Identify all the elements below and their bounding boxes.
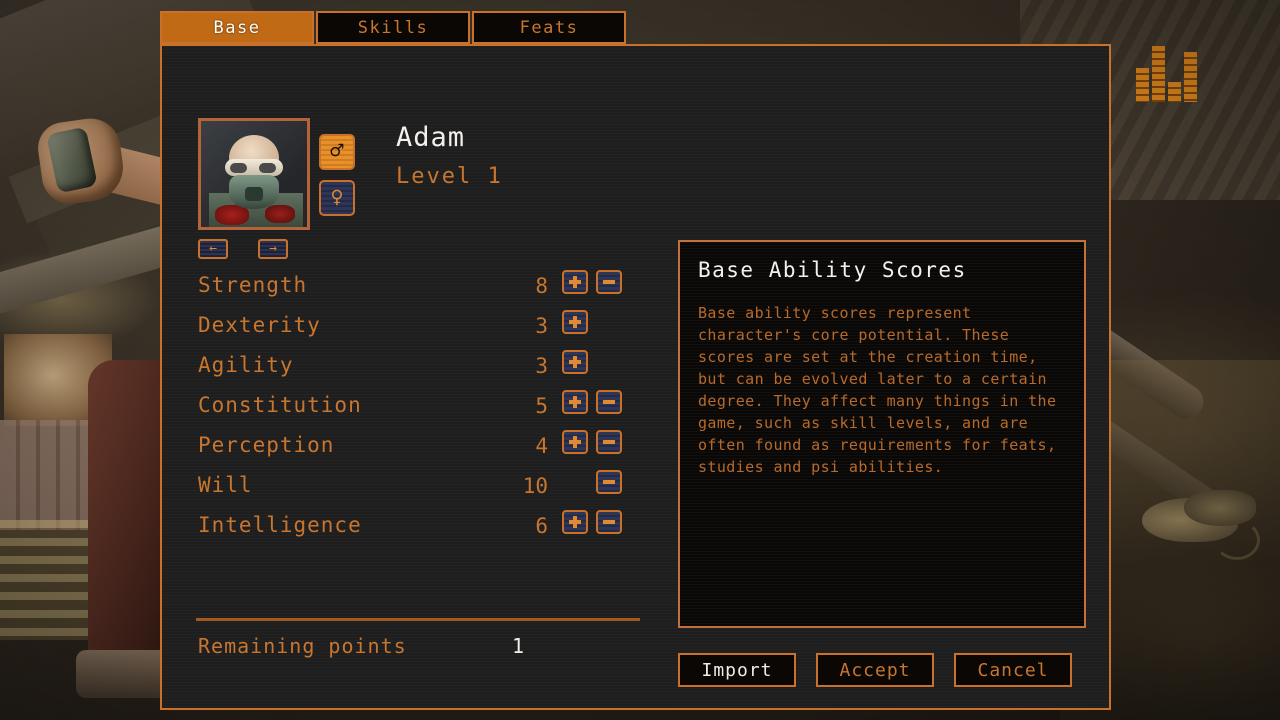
stat-row: Agility 3 <box>196 348 640 388</box>
stat-value: 6 <box>535 514 548 538</box>
arrow-left-icon[interactable]: ← <box>198 239 228 259</box>
gender-selector: ♂ ♀ <box>319 134 355 216</box>
blood-stain-2 <box>265 205 295 223</box>
tab-feats[interactable]: Feats <box>472 11 626 44</box>
minus-icon <box>603 276 615 288</box>
character-level: Level 1 <box>396 164 503 189</box>
tab-base[interactable]: Base <box>160 11 314 44</box>
plus-icon <box>569 516 581 528</box>
stat-increase-button[interactable] <box>562 390 588 414</box>
tab-bar: Base Skills Feats <box>160 11 626 44</box>
stat-row: Dexterity 3 <box>196 308 640 348</box>
stat-increase-button[interactable] <box>562 270 588 294</box>
stat-increase-button[interactable] <box>562 430 588 454</box>
tab-skills[interactable]: Skills <box>316 11 470 44</box>
stat-value: 4 <box>535 434 548 458</box>
plus-icon <box>569 436 581 448</box>
stat-row: Perception 4 <box>196 428 640 468</box>
stat-label: Constitution <box>198 393 362 417</box>
goggle-lens-right <box>259 163 276 173</box>
minus-icon <box>603 476 615 488</box>
character-creation-panel: ← → ♂ ♀ Adam Level 1 Strength 8 Dexterity 3… <box>160 44 1111 710</box>
stat-value: 5 <box>535 394 548 418</box>
character-portrait[interactable] <box>198 118 310 230</box>
stat-increase-button[interactable] <box>562 310 588 334</box>
remaining-points-value: 1 <box>512 634 525 658</box>
stat-label: Dexterity <box>198 313 321 337</box>
stat-increase-button[interactable] <box>562 510 588 534</box>
minus-icon <box>603 396 615 408</box>
plus-icon <box>569 316 581 328</box>
portrait-nav: ← → <box>198 239 288 259</box>
stat-value: 3 <box>535 314 548 338</box>
remaining-points-label: Remaining points <box>198 634 407 658</box>
gender-male-button[interactable]: ♂ <box>319 134 355 170</box>
plus-icon <box>569 276 581 288</box>
info-panel: Base Ability Scores Base ability scores … <box>678 240 1086 628</box>
stat-label: Strength <box>198 273 308 297</box>
stat-row: Will 10 <box>196 468 640 508</box>
character-name: Adam <box>396 122 466 153</box>
arrow-right-icon[interactable]: → <box>258 239 288 259</box>
stat-row: Strength 8 <box>196 268 640 308</box>
plus-icon <box>569 356 581 368</box>
minus-icon <box>603 516 615 528</box>
cancel-button[interactable]: Cancel <box>954 653 1072 687</box>
stat-value: 3 <box>535 354 548 378</box>
stat-decrease-button[interactable] <box>596 470 622 494</box>
mask-vent <box>245 187 263 201</box>
info-panel-body: Base ability scores represent character'… <box>698 304 1057 476</box>
info-panel-title: Base Ability Scores <box>698 258 967 282</box>
stat-decrease-button[interactable] <box>596 430 622 454</box>
stat-value: 8 <box>535 274 548 298</box>
ability-scores-list: Strength 8 Dexterity 3 Agility 3 Constitution 5… <box>196 268 640 548</box>
stat-decrease-button[interactable] <box>596 510 622 534</box>
stat-label: Will <box>198 473 253 497</box>
import-button[interactable]: Import <box>678 653 796 687</box>
goggle-lens-left <box>230 163 247 173</box>
gender-female-button[interactable]: ♀ <box>319 180 355 216</box>
accept-button[interactable]: Accept <box>816 653 934 687</box>
action-buttons: Import Accept Cancel <box>678 653 1072 687</box>
stat-row: Intelligence 6 <box>196 508 640 548</box>
plus-icon <box>569 396 581 408</box>
stat-decrease-button[interactable] <box>596 270 622 294</box>
stat-decrease-button[interactable] <box>596 390 622 414</box>
stat-label: Agility <box>198 353 294 377</box>
stat-row: Constitution 5 <box>196 388 640 428</box>
stat-label: Intelligence <box>198 513 362 537</box>
stat-increase-button[interactable] <box>562 350 588 374</box>
stat-label: Perception <box>198 433 335 457</box>
stat-value: 10 <box>522 474 548 498</box>
minus-icon <box>603 436 615 448</box>
divider <box>196 618 640 621</box>
